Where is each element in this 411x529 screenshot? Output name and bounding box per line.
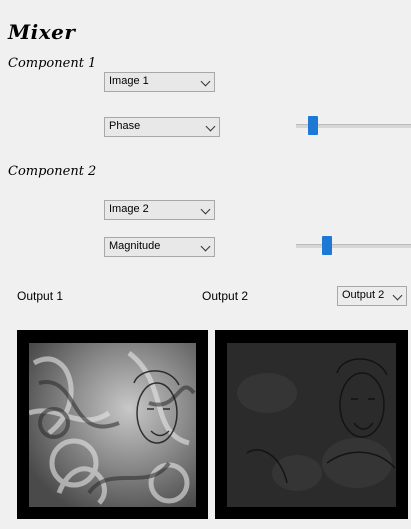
component-2-image-select-value: Image 2 [109, 203, 149, 215]
chevron-down-icon [200, 76, 211, 87]
output-1-image-frame [17, 330, 208, 519]
component-1-mode-select[interactable]: Phase [104, 117, 220, 137]
output-select[interactable]: Output 2 [337, 286, 407, 306]
component-2-mode-select[interactable]: Magnitude [104, 237, 215, 257]
chevron-down-icon [200, 241, 211, 252]
component-1-image-select-value: Image 1 [109, 75, 149, 87]
mixer-title: Mixer [8, 20, 76, 44]
output-select-value: Output 2 [342, 289, 385, 301]
component-2-mode-select-value: Magnitude [109, 240, 161, 252]
component-2-image-select[interactable]: Image 2 [104, 200, 215, 220]
chevron-down-icon [205, 121, 216, 132]
component-2-slider-track[interactable] [296, 244, 411, 248]
component-2-slider-thumb[interactable] [322, 236, 332, 255]
component-1-title: Component 1 [8, 56, 97, 71]
chevron-down-icon [392, 290, 403, 301]
output-2-image-frame [215, 330, 408, 519]
component-2-title: Component 2 [8, 164, 97, 179]
output-2-image-graphic [227, 343, 396, 507]
output-1-label: Output 1 [17, 289, 64, 303]
output-1-image-graphic [29, 343, 196, 507]
chevron-down-icon [200, 204, 211, 215]
output-1-image [29, 343, 196, 507]
component-1-mode-select-value: Phase [109, 120, 141, 132]
output-2-label: Output 2 [202, 289, 249, 303]
output-2-image [227, 343, 396, 507]
component-1-image-select[interactable]: Image 1 [104, 72, 215, 92]
component-1-slider-thumb[interactable] [308, 116, 318, 135]
